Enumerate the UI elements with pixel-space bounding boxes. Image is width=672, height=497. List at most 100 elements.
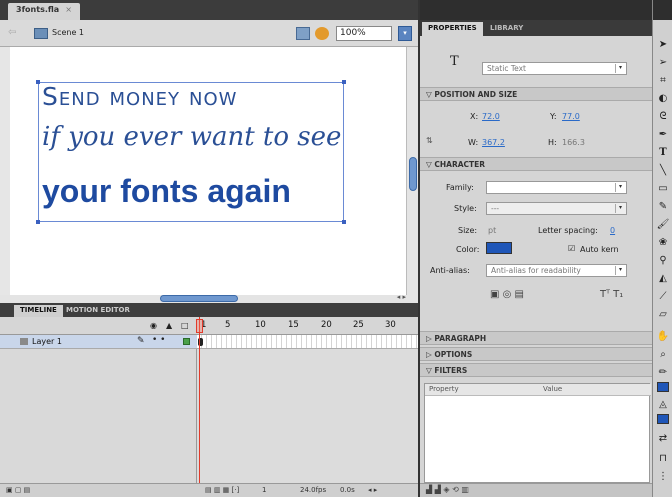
fill-color-icon[interactable]: ◬ [656, 398, 670, 412]
scroll-thumb[interactable] [160, 295, 238, 302]
text-color-swatch[interactable] [486, 242, 512, 254]
section-options[interactable]: ▷ OPTIONS [420, 347, 654, 361]
hand-tool-icon[interactable]: ✋ [656, 330, 670, 344]
text-tool-icon[interactable]: T [656, 146, 670, 160]
section-label: OPTIONS [434, 350, 473, 359]
stage-pasteboard [0, 47, 10, 295]
edit-scene-icon[interactable] [296, 27, 310, 40]
auto-kern-checkbox[interactable]: ☑ [568, 244, 575, 253]
tab-library[interactable]: LIBRARY [484, 22, 529, 36]
eraser-tool-icon[interactable]: ▱ [656, 308, 670, 322]
layer-visibility-dots[interactable]: • • [152, 335, 165, 345]
playhead[interactable] [196, 319, 203, 333]
lasso-tool-icon[interactable]: ᘓ [656, 110, 670, 124]
timeline-panel-header: TIMELINE MOTION EDITOR [0, 303, 418, 317]
stroke-color-swatch[interactable] [657, 382, 669, 392]
size-value[interactable]: pt [488, 226, 496, 235]
frame-rate[interactable]: 24.0fps [300, 486, 326, 494]
eyedropper-tool-icon[interactable]: ⟋ [656, 290, 670, 304]
layer-row[interactable]: Layer 1 ✎ • • [0, 335, 197, 349]
scroll-arrows-icon[interactable]: ◂ ▸ [397, 293, 406, 301]
superscript-subscript-icons[interactable]: Tᵀ T₁ [600, 289, 623, 300]
y-value[interactable]: 77.0 [562, 112, 580, 121]
snap-to-objects-icon[interactable]: ⊓ [656, 452, 670, 466]
pencil-tool-icon[interactable]: ✎ [656, 200, 670, 214]
link-dimensions-icon[interactable]: ⇅ [426, 136, 433, 145]
zoom-field[interactable]: 100% [336, 26, 392, 41]
timeline-scroll-arrows-icon[interactable]: ◂ ▸ [368, 486, 377, 494]
scene-label[interactable]: Scene 1 [52, 28, 84, 37]
document-tab[interactable]: 3fonts.fla × [8, 3, 80, 20]
x-label: X: [470, 112, 479, 121]
tab-properties[interactable]: PROPERTIES [422, 22, 483, 36]
selection-handle[interactable] [342, 80, 346, 84]
subselection-tool-icon[interactable]: ➢ [656, 56, 670, 70]
column-header: Value [543, 385, 563, 393]
new-layer-icon[interactable]: ▣ ▢ ▤ [6, 486, 30, 494]
lock-icon[interactable]: ▲ [166, 321, 172, 330]
eye-icon[interactable]: ◉ [150, 321, 157, 330]
3d-rotation-tool-icon[interactable]: ◐ [656, 92, 670, 106]
selection-handle[interactable] [36, 220, 40, 224]
stage-text-line-3[interactable]: your fonts again [42, 173, 291, 210]
layer-name[interactable]: Layer 1 [32, 337, 62, 346]
text-type-dropdown[interactable]: Static Text ▾ [482, 62, 627, 75]
antialias-value: Anti-alias for readability [491, 266, 581, 275]
frame-number: 15 [288, 320, 299, 330]
section-position-size[interactable]: ▽ POSITION AND SIZE [420, 87, 654, 101]
free-transform-tool-icon[interactable]: ⌗ [656, 74, 670, 88]
stage-horizontal-scrollbar[interactable]: ◂ ▸ [0, 293, 418, 303]
tab-timeline[interactable]: TIMELINE [14, 305, 63, 317]
pen-tool-icon[interactable]: ✒ [656, 128, 670, 142]
chevron-down-icon: ▾ [615, 64, 625, 73]
frame-row[interactable] [197, 335, 418, 349]
x-value[interactable]: 72.0 [482, 112, 500, 121]
selection-handle[interactable] [342, 220, 346, 224]
section-filters[interactable]: ▽ FILTERS [420, 363, 654, 377]
back-arrow-icon[interactable]: ⇦ [8, 27, 16, 38]
stage-vertical-scrollbar[interactable] [406, 47, 418, 295]
onion-skin-icons[interactable]: ▤ ▥ ▦ [·] [205, 486, 239, 494]
filters-table-header: Property Value [425, 384, 651, 396]
line-tool-icon[interactable]: ╲ [656, 164, 670, 178]
outline-icon[interactable]: □ [181, 321, 189, 330]
stage-text-line-1[interactable]: Send money now [42, 82, 237, 111]
selectable-text-icons[interactable]: ▣ ◎ ▤ [490, 289, 524, 300]
font-family-dropdown[interactable]: ▾ [486, 181, 627, 194]
antialias-dropdown[interactable]: Anti-alias for readability ▾ [486, 264, 627, 277]
stage-text-line-2[interactable]: if you ever want to see [42, 122, 341, 152]
scroll-thumb[interactable] [409, 157, 417, 191]
selection-tool-icon[interactable]: ➤ [656, 38, 670, 52]
layer-outline-icon[interactable] [183, 338, 190, 345]
letter-spacing-value[interactable]: 0 [610, 226, 615, 235]
tab-motion-editor[interactable]: MOTION EDITOR [60, 305, 136, 317]
font-style-dropdown[interactable]: --- ▾ [486, 202, 627, 215]
rectangle-tool-icon[interactable]: ▭ [656, 182, 670, 196]
w-value[interactable]: 367.2 [482, 138, 505, 147]
brush-tool-icon[interactable]: 🖌 [656, 218, 670, 232]
swap-colors-icon[interactable]: ⇄ [656, 432, 670, 446]
section-label: FILTERS [434, 366, 468, 375]
close-icon[interactable]: × [65, 5, 72, 14]
options-icon[interactable]: ⋮ [656, 470, 670, 484]
section-character[interactable]: ▽ CHARACTER [420, 157, 654, 171]
scene-icon [34, 28, 48, 39]
pencil-icon: ✎ [137, 336, 145, 346]
frame-grid[interactable] [197, 335, 418, 483]
chevron-down-icon: ▾ [615, 183, 625, 192]
edit-symbols-icon[interactable] [315, 27, 329, 40]
deco-tool-icon[interactable]: ❀ [656, 236, 670, 250]
font-style-value: --- [491, 204, 500, 213]
zoom-dropdown-icon[interactable]: ▾ [398, 26, 412, 41]
elapsed-time: 0.0s [340, 486, 355, 494]
bone-tool-icon[interactable]: ⚲ [656, 254, 670, 268]
zoom-tool-icon[interactable]: ⌕ [656, 348, 670, 362]
add-filter-icons[interactable]: ▟ ▟ ◈ ⟲ ▥ [426, 485, 469, 494]
selection-handle[interactable] [36, 80, 40, 84]
filters-table[interactable]: Property Value [424, 383, 651, 483]
edit-bar: ⇦ Scene 1 100% ▾ [0, 20, 418, 47]
section-paragraph[interactable]: ▷ PARAGRAPH [420, 331, 654, 345]
paint-bucket-tool-icon[interactable]: ◭ [656, 272, 670, 286]
stroke-color-icon[interactable]: ✏ [656, 366, 670, 380]
fill-color-swatch[interactable] [657, 414, 669, 424]
